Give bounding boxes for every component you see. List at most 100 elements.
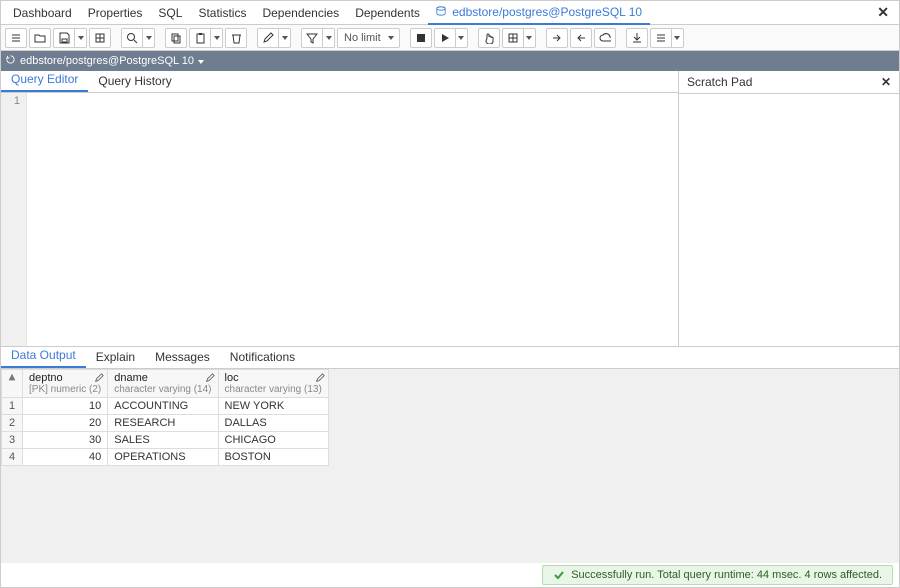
table-row[interactable]: 330SALESCHICAGO bbox=[2, 432, 329, 449]
tab-querytool-label: edbstore/postgres@PostgreSQL 10 bbox=[452, 5, 642, 19]
stop-button[interactable] bbox=[410, 28, 432, 48]
output-area: Data Output Explain Messages Notificatio… bbox=[1, 347, 899, 587]
macro-dropdown[interactable] bbox=[672, 28, 684, 48]
editor-pane: Query Editor Query History 1 bbox=[1, 71, 679, 346]
pencil-icon bbox=[94, 373, 104, 383]
cell-deptno[interactable]: 20 bbox=[23, 415, 108, 432]
download-button[interactable] bbox=[626, 28, 648, 48]
connection-dropdown-icon bbox=[194, 55, 204, 67]
connection-bar[interactable]: edbstore/postgres@PostgreSQL 10 bbox=[1, 51, 899, 71]
col-name: loc bbox=[225, 372, 322, 384]
col-name: deptno bbox=[29, 372, 101, 384]
tab-dashboard[interactable]: Dashboard bbox=[5, 2, 80, 24]
paste-split-button[interactable] bbox=[189, 28, 223, 48]
tab-explain[interactable]: Explain bbox=[86, 346, 145, 368]
tab-dependencies[interactable]: Dependencies bbox=[254, 2, 347, 24]
edit-button[interactable] bbox=[257, 28, 279, 48]
tab-statistics[interactable]: Statistics bbox=[190, 2, 254, 24]
tab-query-editor[interactable]: Query Editor bbox=[1, 68, 88, 92]
cell-deptno[interactable]: 10 bbox=[23, 398, 108, 415]
tab-query-history[interactable]: Query History bbox=[88, 70, 181, 92]
output-tabs: Data Output Explain Messages Notificatio… bbox=[1, 347, 899, 369]
cell-dname[interactable]: SALES bbox=[108, 432, 218, 449]
row-limit-select[interactable]: No limit bbox=[337, 28, 400, 48]
macro-split-button[interactable] bbox=[650, 28, 684, 48]
find-dropdown[interactable] bbox=[143, 28, 155, 48]
open-file-button[interactable] bbox=[29, 28, 51, 48]
filter-button[interactable] bbox=[301, 28, 323, 48]
close-tab-button[interactable]: ✕ bbox=[871, 4, 895, 21]
grid-corner[interactable] bbox=[2, 370, 23, 398]
row-number: 1 bbox=[2, 398, 23, 415]
execute-split-button[interactable] bbox=[434, 28, 468, 48]
cell-loc[interactable]: NEW YORK bbox=[218, 398, 328, 415]
execute-button[interactable] bbox=[434, 28, 456, 48]
editor-text-area[interactable] bbox=[27, 93, 678, 346]
status-text: Successfully run. Total query runtime: 4… bbox=[571, 569, 882, 581]
delete-button[interactable] bbox=[225, 28, 247, 48]
explain-dropdown[interactable] bbox=[524, 28, 536, 48]
grid-button[interactable] bbox=[89, 28, 111, 48]
macro-button[interactable] bbox=[650, 28, 672, 48]
scratch-pad-close-button[interactable]: ✕ bbox=[881, 75, 891, 89]
copy-button[interactable] bbox=[165, 28, 187, 48]
filter-split-button[interactable] bbox=[301, 28, 335, 48]
check-icon bbox=[553, 569, 565, 581]
cell-loc[interactable]: DALLAS bbox=[218, 415, 328, 432]
explain-split-button[interactable] bbox=[502, 28, 536, 48]
cell-deptno[interactable]: 40 bbox=[23, 449, 108, 466]
find-button[interactable] bbox=[121, 28, 143, 48]
scratch-pad-title: Scratch Pad bbox=[687, 75, 752, 89]
row-number: 4 bbox=[2, 449, 23, 466]
toolbar-list-button[interactable] bbox=[5, 28, 27, 48]
table-row[interactable]: 440OPERATIONSBOSTON bbox=[2, 449, 329, 466]
cloud-button[interactable] bbox=[594, 28, 616, 48]
filter-dropdown[interactable] bbox=[323, 28, 335, 48]
col-header-deptno[interactable]: deptno [PK] numeric (2) bbox=[23, 370, 108, 398]
table-row[interactable]: 110ACCOUNTINGNEW YORK bbox=[2, 398, 329, 415]
explain-button[interactable] bbox=[502, 28, 524, 48]
col-type: [PK] numeric (2) bbox=[29, 384, 101, 395]
editor-gutter: 1 bbox=[1, 93, 27, 346]
col-header-loc[interactable]: loc character varying (13) bbox=[218, 370, 328, 398]
tab-sql[interactable]: SQL bbox=[150, 2, 190, 24]
paste-button[interactable] bbox=[189, 28, 211, 48]
cell-dname[interactable]: RESEARCH bbox=[108, 415, 218, 432]
connection-label: edbstore/postgres@PostgreSQL 10 bbox=[20, 55, 194, 67]
scratch-pad-body[interactable] bbox=[679, 94, 899, 346]
row-number: 3 bbox=[2, 432, 23, 449]
cell-loc[interactable]: BOSTON bbox=[218, 449, 328, 466]
tab-properties[interactable]: Properties bbox=[80, 2, 151, 24]
save-dropdown[interactable] bbox=[75, 28, 87, 48]
save-split-button[interactable] bbox=[53, 28, 87, 48]
scratch-pad-header: Scratch Pad ✕ bbox=[679, 71, 899, 94]
rollback-button[interactable] bbox=[570, 28, 592, 48]
tab-dependents[interactable]: Dependents bbox=[347, 2, 428, 24]
cell-loc[interactable]: CHICAGO bbox=[218, 432, 328, 449]
paste-dropdown[interactable] bbox=[211, 28, 223, 48]
edit-dropdown[interactable] bbox=[279, 28, 291, 48]
table-row[interactable]: 220RESEARCHDALLAS bbox=[2, 415, 329, 432]
execute-dropdown[interactable] bbox=[456, 28, 468, 48]
cell-deptno[interactable]: 30 bbox=[23, 432, 108, 449]
scratch-pad-pane: Scratch Pad ✕ bbox=[679, 71, 899, 346]
hand-button[interactable] bbox=[478, 28, 500, 48]
commit-button[interactable] bbox=[546, 28, 568, 48]
cell-dname[interactable]: ACCOUNTING bbox=[108, 398, 218, 415]
editor-tabs: Query Editor Query History bbox=[1, 71, 678, 93]
sql-editor[interactable]: 1 bbox=[1, 93, 678, 346]
save-button[interactable] bbox=[53, 28, 75, 48]
tab-querytool[interactable]: edbstore/postgres@PostgreSQL 10 bbox=[428, 1, 650, 25]
data-grid[interactable]: deptno [PK] numeric (2) dname character … bbox=[1, 369, 329, 466]
col-name: dname bbox=[114, 372, 211, 384]
col-header-dname[interactable]: dname character varying (14) bbox=[108, 370, 218, 398]
tab-data-output[interactable]: Data Output bbox=[1, 344, 86, 368]
status-bar: Successfully run. Total query runtime: 4… bbox=[1, 563, 899, 587]
data-grid-wrapper: deptno [PK] numeric (2) dname character … bbox=[1, 369, 899, 563]
find-split-button[interactable] bbox=[121, 28, 155, 48]
tab-notifications[interactable]: Notifications bbox=[220, 346, 305, 368]
edit-split-button[interactable] bbox=[257, 28, 291, 48]
cell-dname[interactable]: OPERATIONS bbox=[108, 449, 218, 466]
tab-messages[interactable]: Messages bbox=[145, 346, 220, 368]
col-type: character varying (14) bbox=[114, 384, 211, 395]
